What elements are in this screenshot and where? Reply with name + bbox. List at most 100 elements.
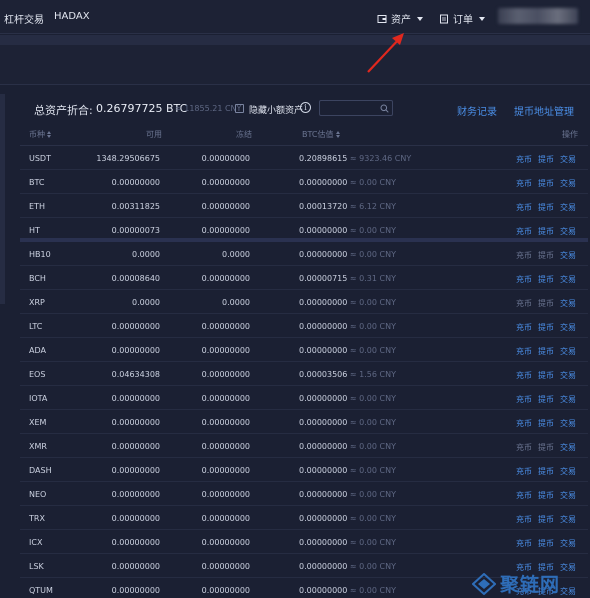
sort-icon[interactable] xyxy=(335,131,341,138)
withdraw-button[interactable]: 提币 xyxy=(538,346,554,357)
finance-record-link[interactable]: 财务记录 xyxy=(457,103,497,118)
withdraw-button[interactable]: 提币 xyxy=(538,250,554,261)
table-row: ICX 0.00000000 0.00000000 0.00000000 ≈ 0.00… xyxy=(20,530,588,554)
deposit-button[interactable]: 充币 xyxy=(516,298,532,309)
btc-value-amount: 0.00000000 xyxy=(299,490,348,499)
page-header-band xyxy=(0,45,590,85)
trade-button[interactable]: 交易 xyxy=(560,442,576,453)
sort-icon[interactable] xyxy=(47,131,52,138)
deposit-button[interactable]: 充币 xyxy=(516,442,532,453)
annotation-arrow-icon xyxy=(367,33,404,73)
left-side-panel xyxy=(0,94,5,304)
trade-button[interactable]: 交易 xyxy=(560,562,576,573)
info-icon[interactable]: i xyxy=(300,102,311,113)
btc-value-amount: 0.00000000 xyxy=(299,418,348,427)
withdraw-button[interactable]: 提币 xyxy=(538,274,554,285)
withdraw-button[interactable]: 提币 xyxy=(538,202,554,213)
withdraw-button[interactable]: 提币 xyxy=(538,538,554,549)
table-row: USDT 1348.29506675 0.00000000 0.20898615 ≈ … xyxy=(20,146,588,170)
available-amount: 0.00000000 xyxy=(111,322,160,331)
deposit-button[interactable]: 充币 xyxy=(516,538,532,549)
available-amount: 0.00000073 xyxy=(111,226,160,235)
nav-assets-dropdown[interactable]: 资产 xyxy=(377,11,423,26)
table-row: BTC 0.00000000 0.00000000 0.00000000 ≈ 0.00… xyxy=(20,170,588,194)
hide-small-assets-checkbox[interactable] xyxy=(235,104,244,113)
deposit-button[interactable]: 充币 xyxy=(516,490,532,501)
deposit-button[interactable]: 充币 xyxy=(516,322,532,333)
frozen-amount: 0.00000000 xyxy=(201,538,250,547)
search-icon[interactable] xyxy=(380,104,389,113)
coin-name: BTC xyxy=(29,178,45,187)
coin-name: HB10 xyxy=(29,250,51,259)
trade-button[interactable]: 交易 xyxy=(560,226,576,237)
frozen-amount: 0.00000000 xyxy=(201,418,250,427)
withdraw-button[interactable]: 提币 xyxy=(538,490,554,501)
deposit-button[interactable]: 充币 xyxy=(516,274,532,285)
total-assets-btc: 0.26797725 BTC xyxy=(96,102,188,115)
coin-name: ADA xyxy=(29,346,46,355)
trade-button[interactable]: 交易 xyxy=(560,538,576,549)
trade-button[interactable]: 交易 xyxy=(560,586,576,597)
deposit-button[interactable]: 充币 xyxy=(516,466,532,477)
trade-button[interactable]: 交易 xyxy=(560,490,576,501)
deposit-button[interactable]: 充币 xyxy=(516,250,532,261)
trade-button[interactable]: 交易 xyxy=(560,346,576,357)
chevron-down-icon xyxy=(417,16,423,21)
hide-small-assets-label[interactable]: 隐藏小额资产 xyxy=(249,103,303,116)
deposit-button[interactable]: 充币 xyxy=(516,514,532,525)
withdraw-address-link[interactable]: 提币地址管理 xyxy=(514,103,574,118)
withdraw-button[interactable]: 提币 xyxy=(538,418,554,429)
withdraw-button[interactable]: 提币 xyxy=(538,466,554,477)
cny-estimate: ≈ 0.00 CNY xyxy=(349,346,396,355)
deposit-button[interactable]: 充币 xyxy=(516,394,532,405)
col-btc-value-header[interactable]: BTC估值 xyxy=(302,129,341,140)
coin-name: IOTA xyxy=(29,394,48,403)
table-body: USDT 1348.29506675 0.00000000 0.20898615 ≈ … xyxy=(20,146,588,598)
col-btc-value-label: BTC估值 xyxy=(302,130,334,139)
trade-button[interactable]: 交易 xyxy=(560,514,576,525)
withdraw-button[interactable]: 提币 xyxy=(538,442,554,453)
btc-value: 0.00000000 ≈ 0.00 CNY xyxy=(299,538,396,547)
trade-button[interactable]: 交易 xyxy=(560,154,576,165)
deposit-button[interactable]: 充币 xyxy=(516,418,532,429)
coin-search-input[interactable] xyxy=(319,100,393,116)
trade-button[interactable]: 交易 xyxy=(560,298,576,309)
deposit-button[interactable]: 充币 xyxy=(516,178,532,189)
withdraw-button[interactable]: 提币 xyxy=(538,514,554,525)
available-amount: 0.00000000 xyxy=(111,490,160,499)
trade-button[interactable]: 交易 xyxy=(560,322,576,333)
deposit-button[interactable]: 充币 xyxy=(516,370,532,381)
trade-button[interactable]: 交易 xyxy=(560,394,576,405)
trade-button[interactable]: 交易 xyxy=(560,370,576,381)
total-assets-label: 总资产折合: xyxy=(34,104,93,117)
deposit-button[interactable]: 充币 xyxy=(516,202,532,213)
trade-button[interactable]: 交易 xyxy=(560,274,576,285)
withdraw-button[interactable]: 提币 xyxy=(538,178,554,189)
coin-name: ICX xyxy=(29,538,43,547)
deposit-button[interactable]: 充币 xyxy=(516,226,532,237)
deposit-button[interactable]: 充币 xyxy=(516,154,532,165)
trade-button[interactable]: 交易 xyxy=(560,466,576,477)
btc-value: 0.00000000 ≈ 0.00 CNY xyxy=(299,394,396,403)
nav-margin-trade[interactable]: 杠杆交易 xyxy=(4,11,44,26)
nav-orders-dropdown[interactable]: 订单 xyxy=(439,11,485,26)
withdraw-button[interactable]: 提币 xyxy=(538,370,554,381)
trade-button[interactable]: 交易 xyxy=(560,418,576,429)
withdraw-button[interactable]: 提币 xyxy=(538,322,554,333)
trade-button[interactable]: 交易 xyxy=(560,202,576,213)
user-account-blurred[interactable] xyxy=(498,8,578,24)
deposit-button[interactable]: 充币 xyxy=(516,346,532,357)
available-amount: 1348.29506675 xyxy=(96,154,160,163)
withdraw-button[interactable]: 提币 xyxy=(538,154,554,165)
withdraw-button[interactable]: 提币 xyxy=(538,298,554,309)
nav-hadax[interactable]: HADAX xyxy=(54,11,90,22)
trade-button[interactable]: 交易 xyxy=(560,250,576,261)
btc-value: 0.00000000 ≈ 0.00 CNY xyxy=(299,514,396,523)
trade-button[interactable]: 交易 xyxy=(560,178,576,189)
available-amount: 0.00000000 xyxy=(111,178,160,187)
col-coin-header[interactable]: 币种 xyxy=(29,129,52,140)
withdraw-button[interactable]: 提币 xyxy=(538,394,554,405)
coin-name: QTUM xyxy=(29,586,53,595)
btc-value-amount: 0.00000000 xyxy=(299,298,348,307)
withdraw-button[interactable]: 提币 xyxy=(538,226,554,237)
